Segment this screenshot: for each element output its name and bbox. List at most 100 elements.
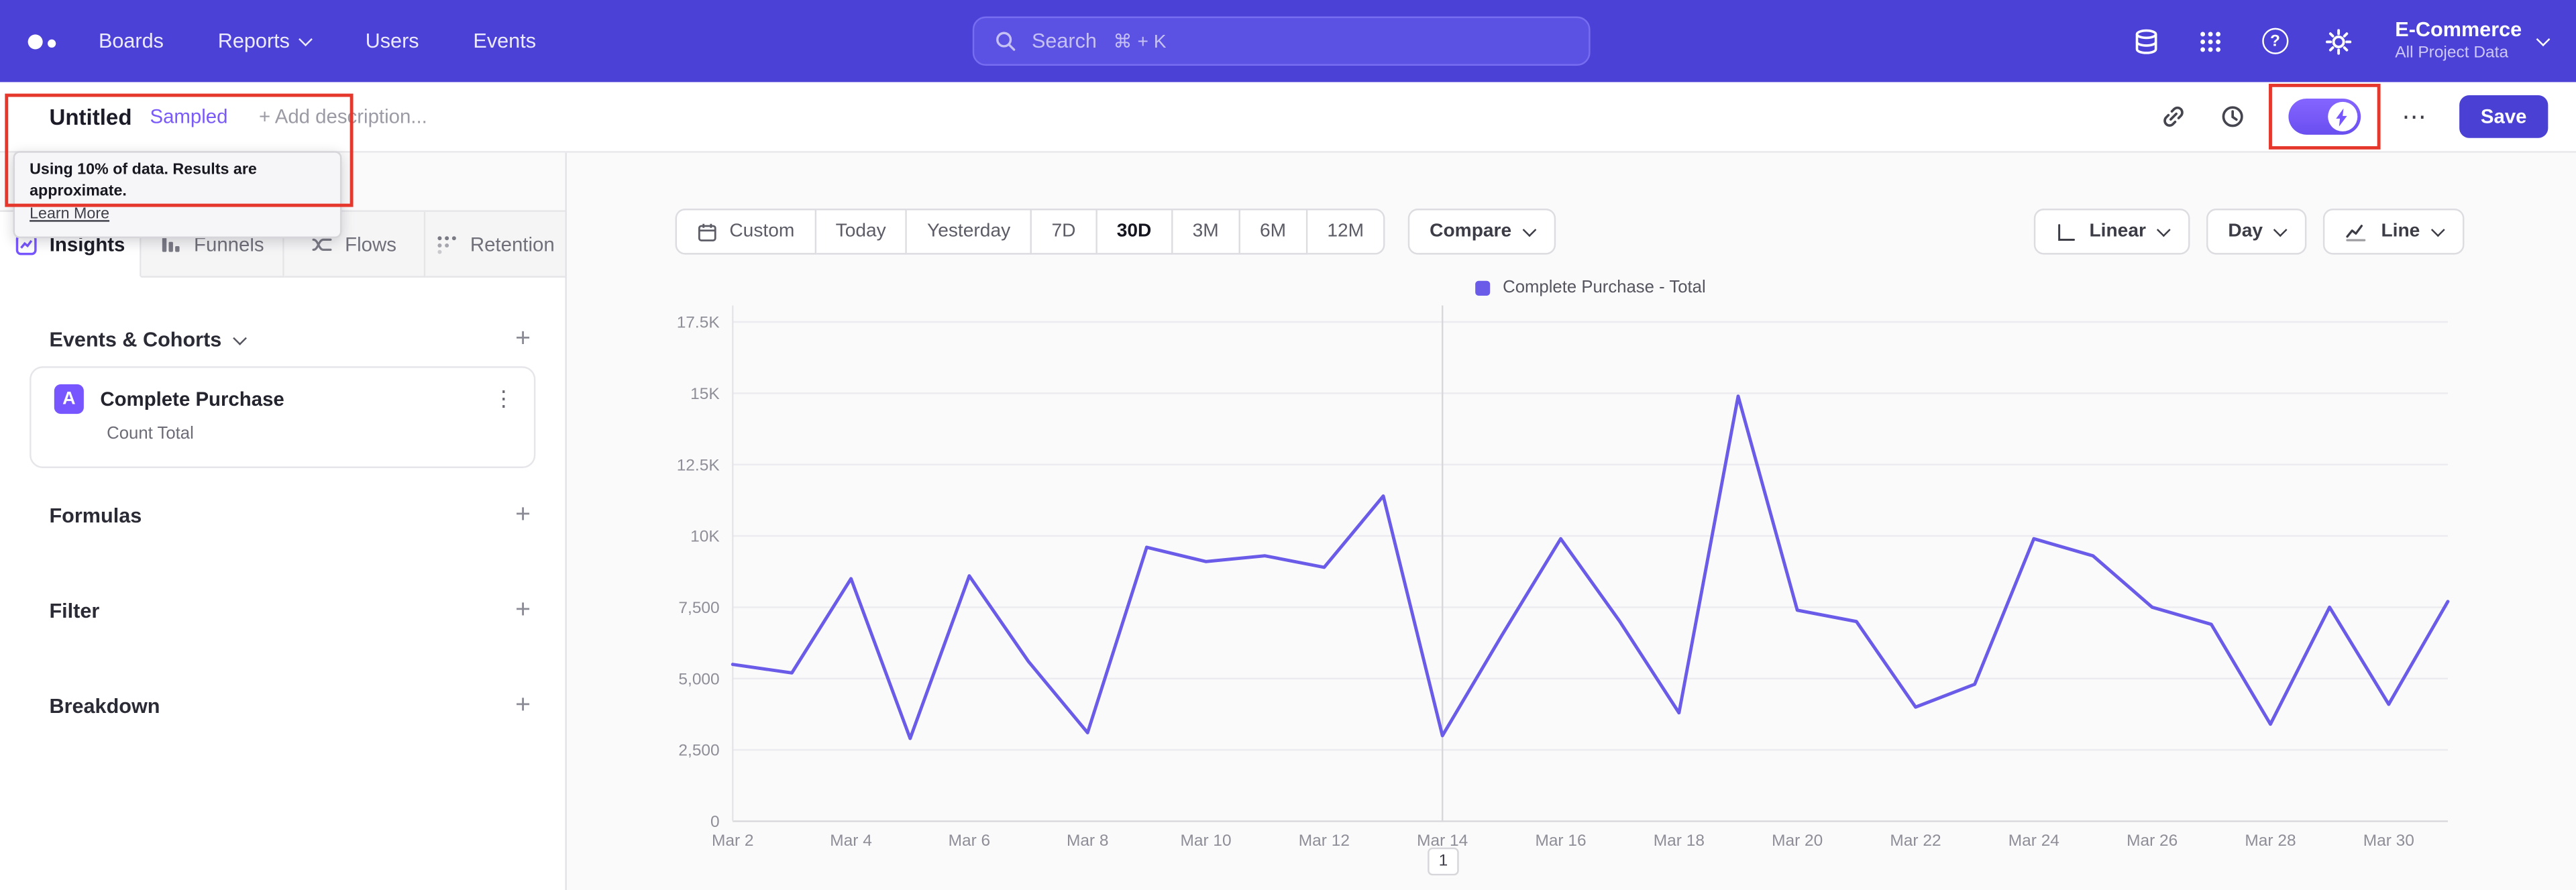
org-project: All Project Data	[2395, 44, 2509, 62]
retention-icon	[437, 235, 457, 254]
grid-icon	[2201, 31, 2221, 52]
nav-events-label: Events	[473, 30, 537, 53]
svg-text:Mar 4: Mar 4	[830, 832, 872, 850]
breakdown-label: Breakdown	[49, 694, 160, 718]
search-icon	[996, 32, 1016, 51]
logo-dot-small	[48, 38, 56, 47]
nav-item-reports[interactable]: Reports	[217, 30, 313, 53]
tab-flows-label: Flows	[345, 232, 396, 256]
report-title[interactable]: Untitled	[49, 105, 131, 129]
svg-text:Mar 2: Mar 2	[712, 832, 754, 850]
tab-retention[interactable]: Retention	[425, 211, 566, 278]
svg-text:Mar 30: Mar 30	[2363, 832, 2414, 850]
svg-text:Mar 26: Mar 26	[2127, 832, 2178, 850]
top-nav: Boards Reports Users Events Search ⌘ + K	[0, 0, 2576, 82]
svg-text:2,500: 2,500	[678, 742, 719, 760]
events-cohorts-label: Events & Cohorts	[49, 328, 222, 352]
org-name: E-Commerce	[2395, 18, 2522, 42]
query-history-button[interactable]	[2219, 103, 2247, 131]
report-actions: ⋯ Save	[2160, 83, 2548, 150]
svg-text:Mar 22: Mar 22	[1890, 832, 1941, 850]
add-breakdown-button[interactable]: +	[515, 692, 531, 719]
apps-grid-button[interactable]	[2196, 26, 2226, 56]
svg-text:12.5K: 12.5K	[677, 456, 720, 474]
svg-text:17.5K: 17.5K	[677, 314, 720, 332]
search-input[interactable]: Search ⌘ + K	[972, 16, 1591, 66]
svg-text:Mar 18: Mar 18	[1654, 832, 1705, 850]
svg-text:Mar 20: Mar 20	[1772, 832, 1823, 850]
sampling-tooltip: Using 10% of data. Results are approxima…	[13, 151, 342, 238]
more-options-button[interactable]: ⋯	[2402, 102, 2428, 131]
learn-more-link[interactable]: Learn More	[30, 203, 325, 227]
save-button[interactable]: Save	[2459, 95, 2548, 138]
sampling-toggle[interactable]	[2268, 83, 2381, 150]
formulas-section: Formulas +	[0, 493, 565, 539]
sampled-badge[interactable]: Sampled	[150, 105, 227, 128]
svg-text:Mar 8: Mar 8	[1067, 832, 1109, 850]
mixpanel-logo-icon[interactable]	[28, 34, 56, 49]
chart-panel: Custom Today Yesterday 7D 30D 3M 6M 12M …	[566, 152, 2576, 890]
filter-label: Filter	[49, 599, 100, 623]
svg-text:5,000: 5,000	[678, 670, 719, 688]
nav-item-users[interactable]: Users	[366, 30, 419, 52]
nav-item-boards[interactable]: Boards	[99, 30, 164, 52]
search-placeholder: Search	[1031, 30, 1097, 53]
query-builder-sidebar: Insights Funnels Flows Retention Events …	[0, 152, 567, 890]
add-formula-button[interactable]: +	[515, 502, 531, 529]
chevron-down-icon	[299, 32, 313, 46]
formulas-label: Formulas	[49, 504, 142, 528]
event-card-row: A Complete Purchase ⋮	[32, 368, 534, 414]
nav-right-group: ? E-Commerce All Project Data	[2132, 18, 2551, 64]
settings-button[interactable]	[2324, 26, 2354, 56]
event-card: A Complete Purchase ⋮ Count Total	[30, 366, 536, 468]
svg-text:15K: 15K	[690, 385, 720, 403]
nav-boards-label: Boards	[98, 30, 164, 53]
svg-text:Mar 28: Mar 28	[2245, 832, 2296, 850]
svg-text:Mar 12: Mar 12	[1299, 832, 1350, 850]
add-event-button[interactable]: +	[515, 326, 531, 353]
logo-dot-large	[28, 34, 43, 49]
svg-text:7,500: 7,500	[678, 599, 719, 617]
copy-link-button[interactable]	[2160, 103, 2188, 131]
search-shortcut: ⌘ + K	[1113, 32, 1167, 53]
line-chart[interactable]: 0 2,500 5,000 7,500 10K 12.5K 15K 17.5K Mar 2 Mar…	[567, 153, 2575, 890]
svg-text:Mar 24: Mar 24	[2008, 832, 2059, 850]
data-management-button[interactable]	[2132, 26, 2161, 56]
lightning-bolt-icon	[2337, 107, 2348, 126]
filter-section: Filter +	[0, 588, 565, 634]
chevron-down-icon	[2536, 32, 2551, 46]
svg-text:Mar 6: Mar 6	[949, 832, 991, 850]
event-letter-badge: A	[54, 384, 84, 414]
add-filter-button[interactable]: +	[515, 597, 531, 624]
svg-text:Mar 16: Mar 16	[1535, 832, 1586, 850]
tab-retention-label: Retention	[470, 232, 555, 256]
org-text: E-Commerce All Project Data	[2395, 18, 2522, 64]
report-body: Insights Funnels Flows Retention Events …	[0, 152, 2576, 890]
mixpanel-app: Boards Reports Users Events Search ⌘ + K	[0, 0, 2576, 890]
svg-text:10K: 10K	[690, 528, 720, 546]
help-button[interactable]: ?	[2260, 26, 2290, 56]
nav-reports-label: Reports	[217, 30, 290, 53]
event-menu-button[interactable]: ⋮	[493, 386, 515, 412]
history-clock-icon	[2222, 106, 2244, 127]
events-cohorts-section: Events & Cohorts +	[0, 317, 565, 364]
project-switcher[interactable]: E-Commerce All Project Data	[2395, 18, 2551, 64]
breakdown-section: Breakdown +	[0, 683, 565, 730]
database-icon	[2136, 28, 2158, 54]
primary-nav: Boards Reports Users Events	[99, 30, 536, 52]
sampling-toggle-track[interactable]	[2288, 98, 2361, 135]
link-icon	[2164, 106, 2184, 127]
report-header-bar: Untitled Sampled + Add description... ⋯ …	[0, 82, 2576, 153]
event-aggregation[interactable]: Count Total	[107, 424, 534, 443]
events-cohorts-header[interactable]: Events & Cohorts	[49, 328, 247, 352]
nav-users-label: Users	[365, 30, 419, 53]
nav-item-events[interactable]: Events	[473, 30, 536, 52]
chevron-down-icon	[232, 331, 247, 345]
event-name[interactable]: Complete Purchase	[100, 388, 284, 410]
sampling-tooltip-text: Using 10% of data. Results are approxima…	[30, 161, 257, 201]
gear-icon	[2326, 28, 2353, 54]
add-description-field[interactable]: + Add description...	[259, 105, 427, 128]
pagination-page-1[interactable]: 1	[1428, 847, 1459, 876]
question-icon: ?	[2261, 27, 2289, 54]
svg-text:Mar 10: Mar 10	[1180, 832, 1231, 850]
